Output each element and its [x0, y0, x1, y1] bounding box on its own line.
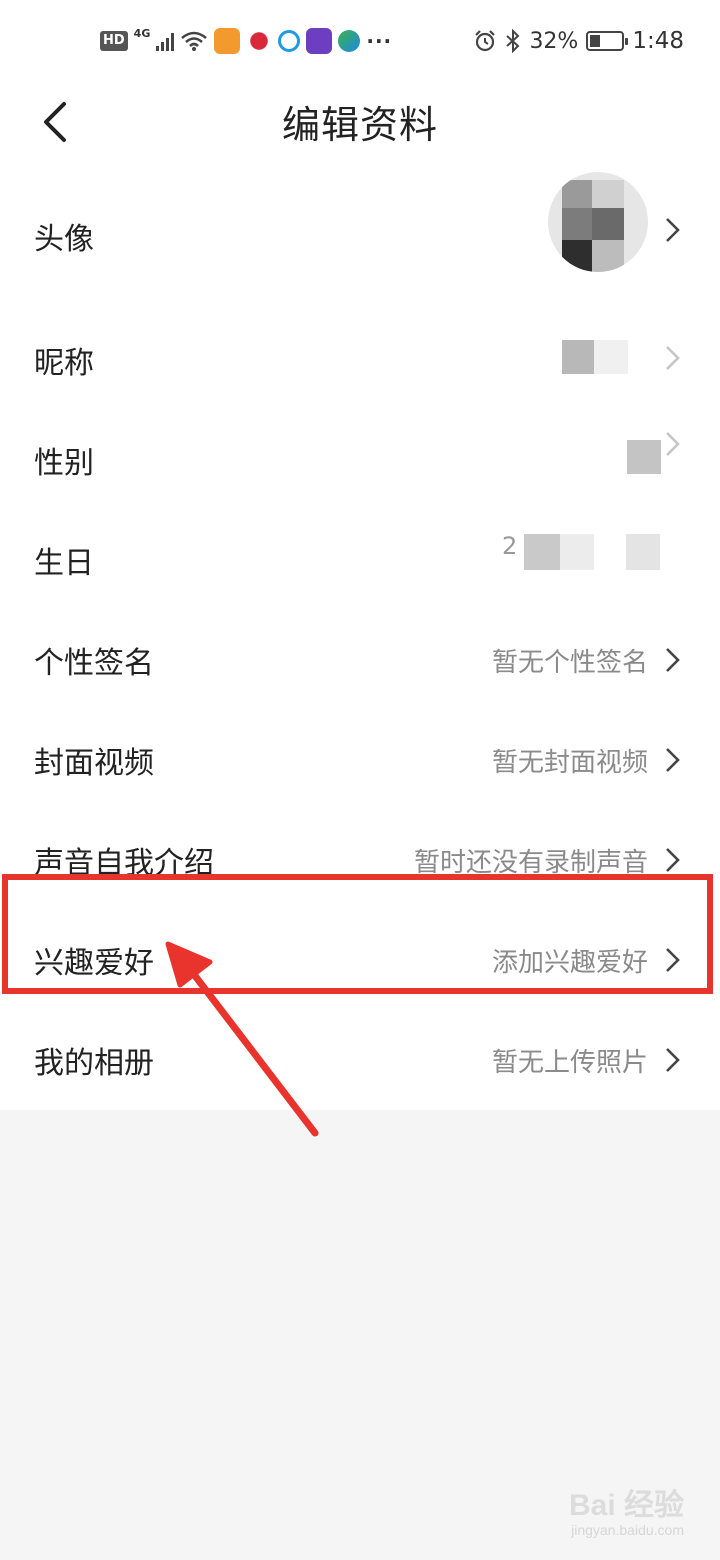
chevron-right-icon: [666, 648, 680, 672]
row-value: 暂无封面视频: [491, 747, 648, 778]
row-label: 我的相册: [34, 1046, 154, 1081]
watermark-url: jingyan.baidu.com: [571, 1522, 684, 1538]
status-bar: HD 4G ··· 32% 1:48: [0, 0, 720, 84]
chevron-right-icon: [666, 346, 680, 370]
row-label: 昵称: [34, 346, 94, 381]
avatar: [548, 172, 648, 272]
page-title: 编辑资料: [281, 103, 438, 147]
birthday-value-redacted: [524, 534, 560, 570]
chevron-right-icon: [666, 432, 680, 456]
wifi-icon: [181, 31, 208, 51]
status-left: HD 4G ···: [100, 26, 393, 54]
network-type: 4G: [133, 26, 151, 40]
birthday-value-redacted-3: [626, 534, 660, 570]
app-icon-red: [246, 28, 273, 54]
battery-icon: [586, 31, 629, 51]
row-album[interactable]: 我的相册 暂无上传照片: [0, 1010, 720, 1110]
uc-browser-icon: [214, 28, 241, 54]
bluetooth-icon: [506, 29, 520, 53]
row-signature[interactable]: 个性签名 暂无个性签名: [0, 610, 720, 710]
gender-value-redacted: [627, 440, 661, 474]
row-label: 生日: [34, 546, 94, 581]
row-value: 暂无个性签名: [491, 647, 648, 678]
signal-icon: [156, 31, 175, 51]
row-label: 封面视频: [34, 746, 154, 781]
watermark-logo: Bai 经验: [568, 1489, 684, 1522]
row-label: 性别: [34, 446, 94, 481]
row-avatar[interactable]: 头像: [0, 162, 720, 310]
app-icon-blue: [278, 30, 301, 52]
birthday-value-partial: 2: [502, 532, 518, 560]
alarm-icon: [475, 30, 496, 52]
nickname-value-redacted: [562, 340, 594, 374]
hd-icon: HD: [100, 31, 128, 51]
row-cover-video[interactable]: 封面视频 暂无封面视频: [0, 710, 720, 810]
video-app-icon: [338, 30, 361, 52]
clock-time: 1:48: [632, 28, 684, 54]
row-nickname[interactable]: 昵称: [0, 310, 720, 410]
chevron-right-icon: [666, 848, 680, 872]
app-icon-purple: [306, 28, 333, 54]
row-value: 暂无上传照片: [491, 1047, 648, 1078]
chevron-right-icon: [666, 748, 680, 772]
nav-bar: 编辑资料: [0, 84, 720, 162]
watermark: Bai 经验 jingyan.baidu.com: [569, 1480, 684, 1538]
more-notifications-icon: ···: [366, 29, 393, 53]
row-label: 头像: [34, 222, 94, 257]
row-label: 个性签名: [34, 646, 154, 681]
row-gender[interactable]: 性别: [0, 410, 720, 510]
nickname-value-redacted-2: [594, 340, 628, 374]
row-birthday[interactable]: 生日 2: [0, 510, 720, 610]
chevron-right-icon: [666, 1048, 680, 1072]
birthday-value-redacted-2: [560, 534, 594, 570]
highlight-box: [2, 874, 713, 994]
status-right: 32% 1:48: [473, 28, 684, 54]
chevron-right-icon: [666, 218, 680, 242]
battery-percent: 32%: [529, 28, 579, 54]
row-value: 暂时还没有录制声音: [413, 847, 648, 878]
